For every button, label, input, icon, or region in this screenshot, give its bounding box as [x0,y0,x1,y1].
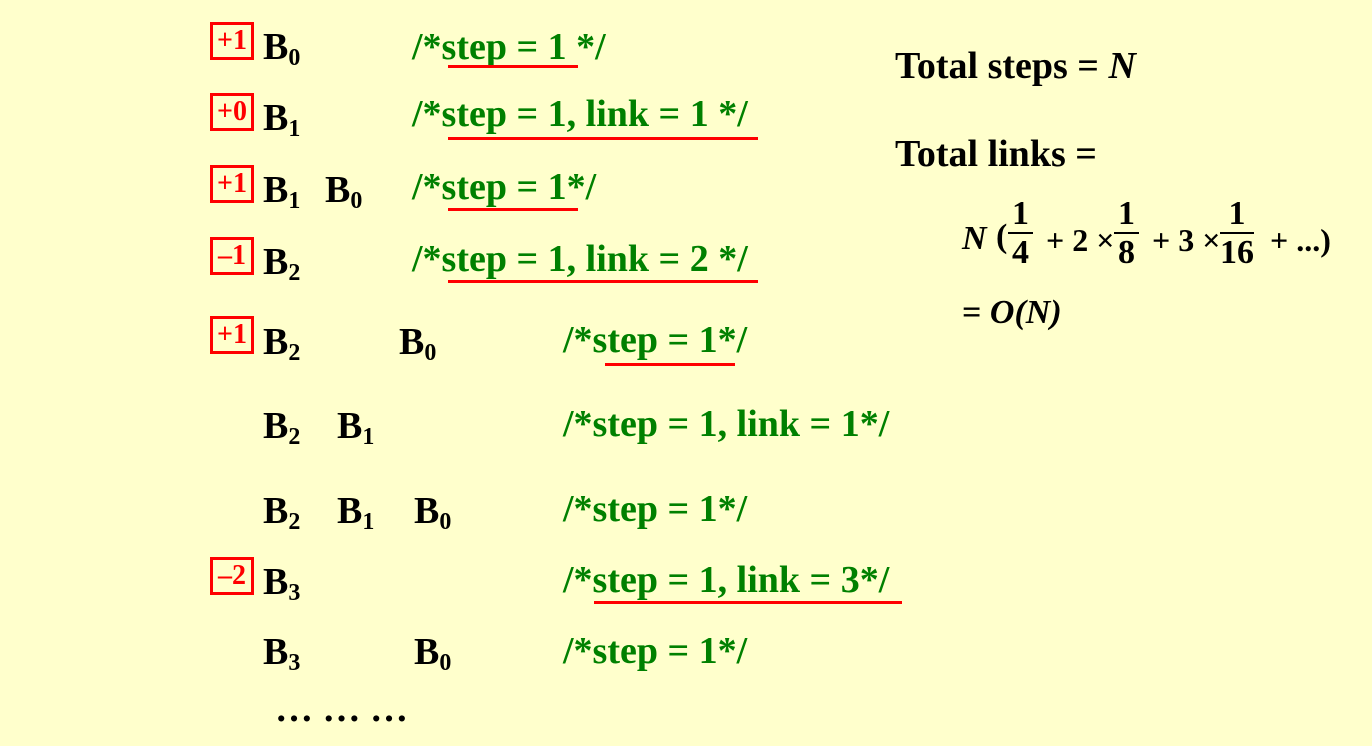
ellipsis: … … … [275,688,408,730]
block-label: B2 [263,405,301,450]
block-label: B1 [337,490,375,535]
block-label: B2 [263,321,301,366]
delta-badge: –1 [210,237,254,275]
step-comment: /*step = 1*/ [563,630,748,672]
fraction-1-16: 1 16 [1220,195,1254,271]
block-label: B1 [263,169,301,214]
block-label: B0 [414,631,452,676]
step-comment: /*step = 1 */ [412,26,606,68]
block-label: B3 [263,631,301,676]
highlight-underline [448,65,578,68]
formula-term: + 2 × [1046,222,1115,258]
delta-badge: +1 [210,316,254,354]
highlight-underline [594,601,902,604]
slide: +1 +0 +1 –1 +1 –2 B0 B1 B1 B0 B2 B2 B0 B… [0,0,1372,746]
highlight-underline [448,137,758,140]
step-comment: /*step = 1, link = 3*/ [563,559,890,601]
block-label: B0 [414,490,452,535]
block-label: B1 [337,405,375,450]
block-label: B2 [263,241,301,286]
block-label: B0 [325,169,363,214]
delta-badge: +0 [210,93,254,131]
formula-term: + 3 × [1152,222,1221,258]
delta-badge: +1 [210,22,254,60]
formula-tail: + ...) [1270,222,1331,258]
step-comment: /*step = 1, link = 1 */ [412,93,748,135]
fraction-1-8: 18 [1114,196,1139,271]
step-comment: /*step = 1, link = 2 */ [412,238,748,280]
highlight-underline [448,280,758,283]
step-comment: /*step = 1*/ [412,166,597,208]
block-label: B1 [263,97,301,142]
delta-badge: –2 [210,557,254,595]
block-label: B3 [263,561,301,606]
highlight-underline [448,208,578,211]
total-links-label: Total links = [895,133,1097,175]
highlight-underline [605,363,735,366]
formula-n: N [962,220,987,257]
block-label: B0 [263,26,301,71]
total-steps: Total steps = N [895,45,1136,87]
result-big-o: = O(N) [962,294,1062,331]
formula-open-paren: ( [996,218,1008,255]
fraction-1-4: 14 [1008,196,1033,271]
block-label: B0 [399,321,437,366]
step-comment: /*step = 1, link = 1*/ [563,403,890,445]
step-comment: /*step = 1*/ [563,319,748,361]
delta-badge: +1 [210,165,254,203]
block-label: B2 [263,490,301,535]
step-comment: /*step = 1*/ [563,488,748,530]
